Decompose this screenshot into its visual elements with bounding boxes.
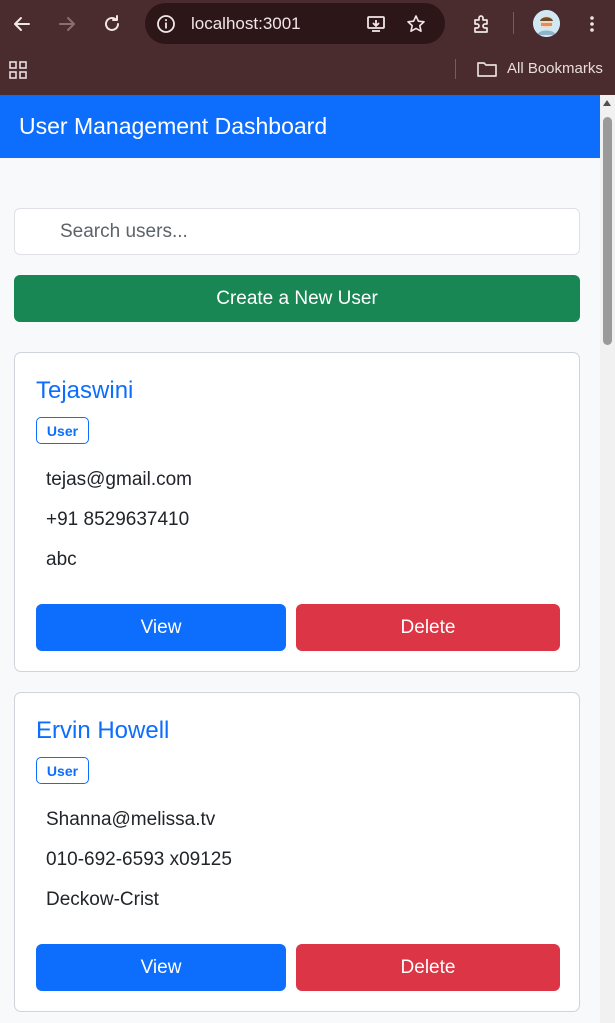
browser-toolbar: localhost:3001 [0, 0, 615, 48]
role-badge: User [36, 757, 89, 784]
view-button[interactable]: View [36, 944, 286, 991]
site-info-icon[interactable] [155, 13, 177, 35]
user-company: abc [46, 549, 77, 570]
forward-arrow-icon[interactable] [52, 9, 82, 39]
apps-grid-icon[interactable] [8, 60, 28, 80]
extensions-icon[interactable] [466, 9, 496, 39]
user-company: Deckow-Crist [46, 889, 159, 910]
back-arrow-icon[interactable] [7, 9, 37, 39]
search-box[interactable] [14, 208, 580, 255]
view-button[interactable]: View [36, 604, 286, 651]
page-viewport: User Management Dashboard Create a New U… [0, 95, 600, 1023]
all-bookmarks-label[interactable]: All Bookmarks [507, 60, 603, 77]
scrollbar-thumb[interactable] [603, 117, 612, 345]
more-menu-icon[interactable] [577, 9, 607, 39]
user-phone: 010-692-6593 x09125 [46, 849, 232, 870]
reload-icon[interactable] [97, 9, 127, 39]
search-input[interactable] [15, 209, 579, 254]
user-name: Tejaswini [36, 377, 134, 404]
profile-avatar-icon[interactable] [533, 10, 560, 37]
page-title: User Management Dashboard [19, 113, 328, 139]
address-url[interactable]: localhost:3001 [191, 14, 301, 34]
folder-icon[interactable] [476, 60, 498, 78]
user-phone: +91 8529637410 [46, 509, 190, 530]
delete-button[interactable]: Delete [296, 944, 560, 991]
user-card: Tejaswini User tejas@gmail.com +91 85296… [14, 352, 580, 672]
bookmarks-divider [455, 59, 456, 79]
bookmark-star-icon[interactable] [405, 13, 427, 35]
user-card: Ervin Howell User Shanna@melissa.tv 010-… [14, 692, 580, 1012]
scroll-up-arrow-icon[interactable] [603, 100, 611, 106]
toolbar-divider [513, 12, 514, 34]
user-email: Shanna@melissa.tv [46, 809, 216, 830]
address-bar[interactable]: localhost:3001 [145, 3, 445, 44]
role-badge: User [36, 417, 89, 444]
delete-button[interactable]: Delete [296, 604, 560, 651]
create-user-button[interactable]: Create a New User [14, 275, 580, 322]
install-app-icon[interactable] [365, 13, 387, 35]
browser-chrome: localhost:3001 All Bookmarks [0, 0, 615, 95]
user-email: tejas@gmail.com [46, 469, 192, 490]
user-name: Ervin Howell [36, 717, 170, 744]
app-navbar: User Management Dashboard [0, 95, 600, 158]
